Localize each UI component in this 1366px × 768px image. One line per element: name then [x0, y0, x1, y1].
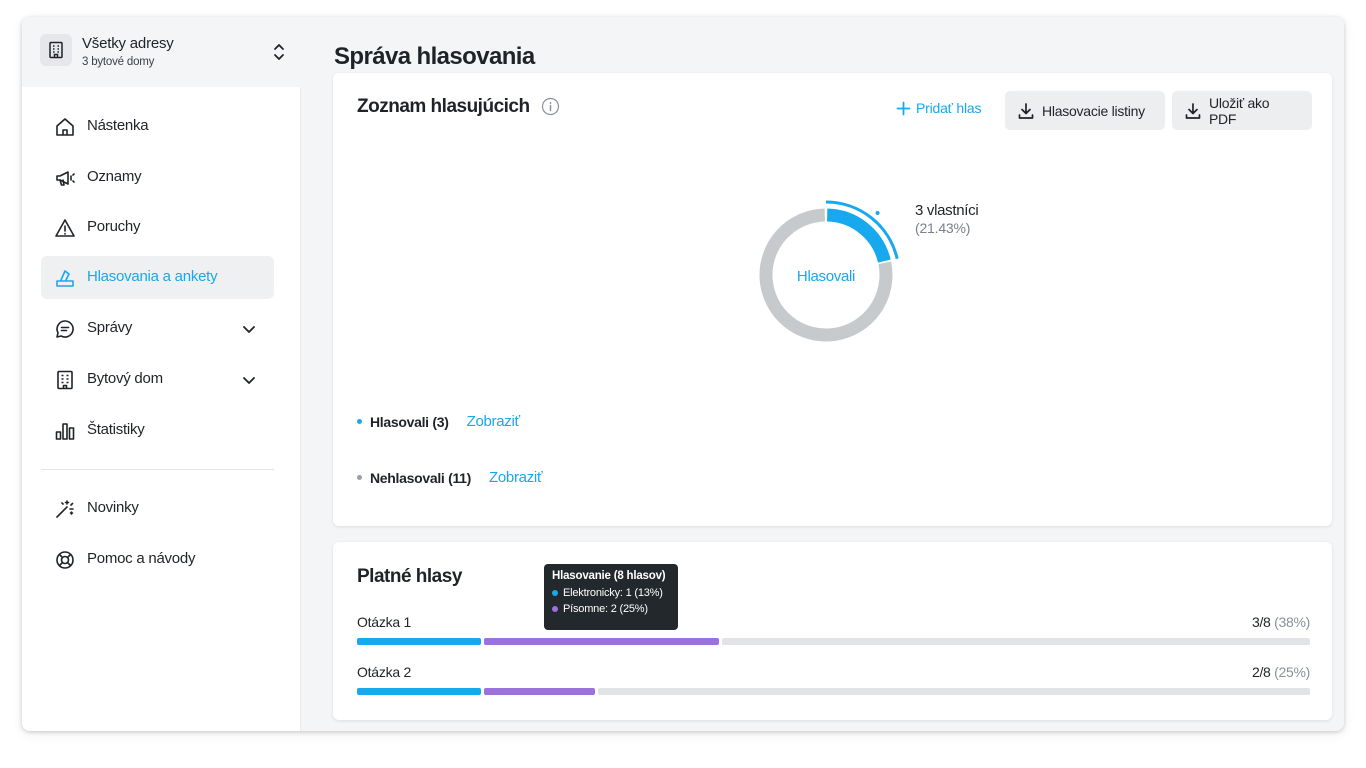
tooltip-dot — [552, 606, 558, 612]
sidebar-divider — [41, 469, 274, 470]
add-vote-label: Pridať hlas — [916, 100, 982, 116]
tooltip-dot — [552, 590, 558, 596]
bar-segment-remaining — [598, 688, 1310, 695]
building-icon — [57, 370, 73, 390]
tooltip-electronic-label: Elektronicky: 1 (13%) — [563, 587, 663, 599]
valid-votes-title: Platné hlasy — [357, 566, 462, 587]
sidebar-item-announcements[interactable]: Oznamy — [41, 156, 274, 199]
chevron-down-icon[interactable] — [240, 371, 258, 389]
sidebar-item-news[interactable]: Novinky — [41, 487, 274, 530]
sidebar-item-messages[interactable]: Správy — [41, 307, 274, 350]
voters-card: Zoznam hlasujúcich Pridať hlas Hlasovaci… — [333, 73, 1332, 526]
sidebar-item-label: Oznamy — [87, 168, 142, 185]
show-not-voted-link[interactable]: Zobraziť — [489, 469, 543, 486]
donut-center-label: Hlasovali — [796, 268, 856, 285]
sidebar-item-help[interactable]: Pomoc a návody — [41, 538, 274, 581]
legend-not-voted: Nehlasovali (11) Zobraziť — [357, 469, 543, 486]
save-pdf-button-label: Uložiť ako PDF — [1208, 94, 1270, 127]
question-1-percent: (38%) — [1274, 614, 1310, 630]
tooltip-title: Hlasovanie (8 hlasov) — [552, 570, 666, 582]
sidebar-item-label: Bytový dom — [87, 370, 163, 387]
address-subtitle: 3 bytové domy — [82, 56, 155, 68]
bar-segment-remaining — [722, 638, 1310, 645]
question-2-result: 2/8 (25%) — [1252, 664, 1310, 680]
question-2-percent: (25%) — [1274, 664, 1310, 680]
ballots-button-label: Hlasovacie listiny — [1042, 102, 1145, 119]
ballot-icon — [56, 270, 74, 287]
sidebar-item-statistics[interactable]: Štatistiky — [41, 409, 274, 452]
sidebar-item-label: Novinky — [87, 499, 139, 516]
info-icon[interactable] — [541, 97, 560, 116]
question-1-label: Otázka 1 — [357, 614, 412, 630]
sidebar-item-faults[interactable]: Poruchy — [41, 206, 274, 249]
download-icon — [1185, 102, 1201, 119]
page-title: Správa hlasovania — [334, 43, 535, 70]
chevron-up-down-icon[interactable] — [269, 41, 289, 63]
legend-not-voted-label: Nehlasovali (11) — [370, 469, 472, 486]
show-voted-link[interactable]: Zobraziť — [467, 413, 521, 430]
sidebar-item-building[interactable]: Bytový dom — [41, 358, 274, 401]
sidebar-item-dashboard[interactable]: Nástenka — [41, 105, 274, 148]
magic-wand-icon — [56, 500, 74, 518]
chevron-down-icon[interactable] — [240, 320, 258, 338]
sidebar-item-label: Štatistiky — [87, 421, 145, 438]
sidebar-item-label: Pomoc a návody — [87, 550, 196, 567]
save-pdf-button[interactable]: Uložiť ako PDF — [1172, 91, 1312, 130]
legend-voted: Hlasovali (3) Zobraziť — [357, 413, 520, 430]
bar-chart-icon — [55, 423, 75, 440]
sidebar-item-label: Nástenka — [87, 117, 149, 134]
donut-leader-dot — [875, 210, 880, 215]
warning-icon — [55, 219, 75, 237]
question-1-count: 3/8 — [1251, 614, 1271, 630]
question-1-progress-bar[interactable] — [357, 638, 1310, 645]
plus-icon — [896, 101, 911, 115]
bar-segment-written — [484, 688, 595, 695]
legend-dot — [357, 419, 362, 424]
legend-voted-label: Hlasovali (3) — [370, 413, 449, 430]
chat-icon — [56, 320, 74, 338]
question-2-label: Otázka 2 — [357, 664, 412, 680]
add-vote-link[interactable]: Pridať hlas — [896, 100, 982, 116]
donut-annotation-percent: (21.43%) — [915, 220, 971, 236]
bar-segment-electronic — [357, 638, 481, 645]
address-title: Všetky adresy — [82, 35, 174, 52]
question-2-progress-bar[interactable] — [357, 688, 1310, 695]
sidebar-item-label: Správy — [87, 319, 133, 336]
ballots-button[interactable]: Hlasovacie listiny — [1005, 91, 1165, 130]
sidebar-item-label: Hlasovania a ankety — [87, 268, 218, 285]
sidebar: Všetky adresy 3 bytové domy Nástenka Ozn… — [22, 17, 301, 731]
legend-dot — [357, 475, 362, 480]
app-window: Všetky adresy 3 bytové domy Nástenka Ozn… — [22, 17, 1344, 731]
sidebar-item-label: Poruchy — [87, 218, 141, 235]
building-icon — [40, 34, 72, 66]
tooltip-written-label: Písomne: 2 (25%) — [563, 603, 648, 615]
voters-card-title: Zoznam hlasujúcich — [357, 96, 530, 117]
tooltip-row-written: Písomne: 2 (25%) — [552, 603, 670, 615]
bar-segment-electronic — [357, 688, 481, 695]
votes-tooltip: Hlasovanie (8 hlasov) Elektronicky: 1 (1… — [544, 564, 678, 630]
home-icon — [56, 118, 74, 136]
sidebar-item-votes[interactable]: Hlasovania a ankety — [41, 256, 274, 299]
tooltip-row-electronic: Elektronicky: 1 (13%) — [552, 587, 670, 599]
bar-segment-written — [484, 638, 719, 645]
donut-annotation-count: 3 vlastníci — [915, 202, 979, 219]
download-icon — [1018, 102, 1034, 119]
question-2-count: 2/8 — [1251, 664, 1271, 680]
lifebuoy-icon — [56, 551, 74, 569]
address-switcher[interactable]: Všetky adresy 3 bytové domy — [22, 17, 301, 87]
question-1-result: 3/8 (38%) — [1252, 614, 1310, 630]
megaphone-icon — [56, 171, 75, 186]
valid-votes-card: Platné hlasy Otázka 1 3/8 (38%) Otázka 2… — [333, 542, 1332, 720]
